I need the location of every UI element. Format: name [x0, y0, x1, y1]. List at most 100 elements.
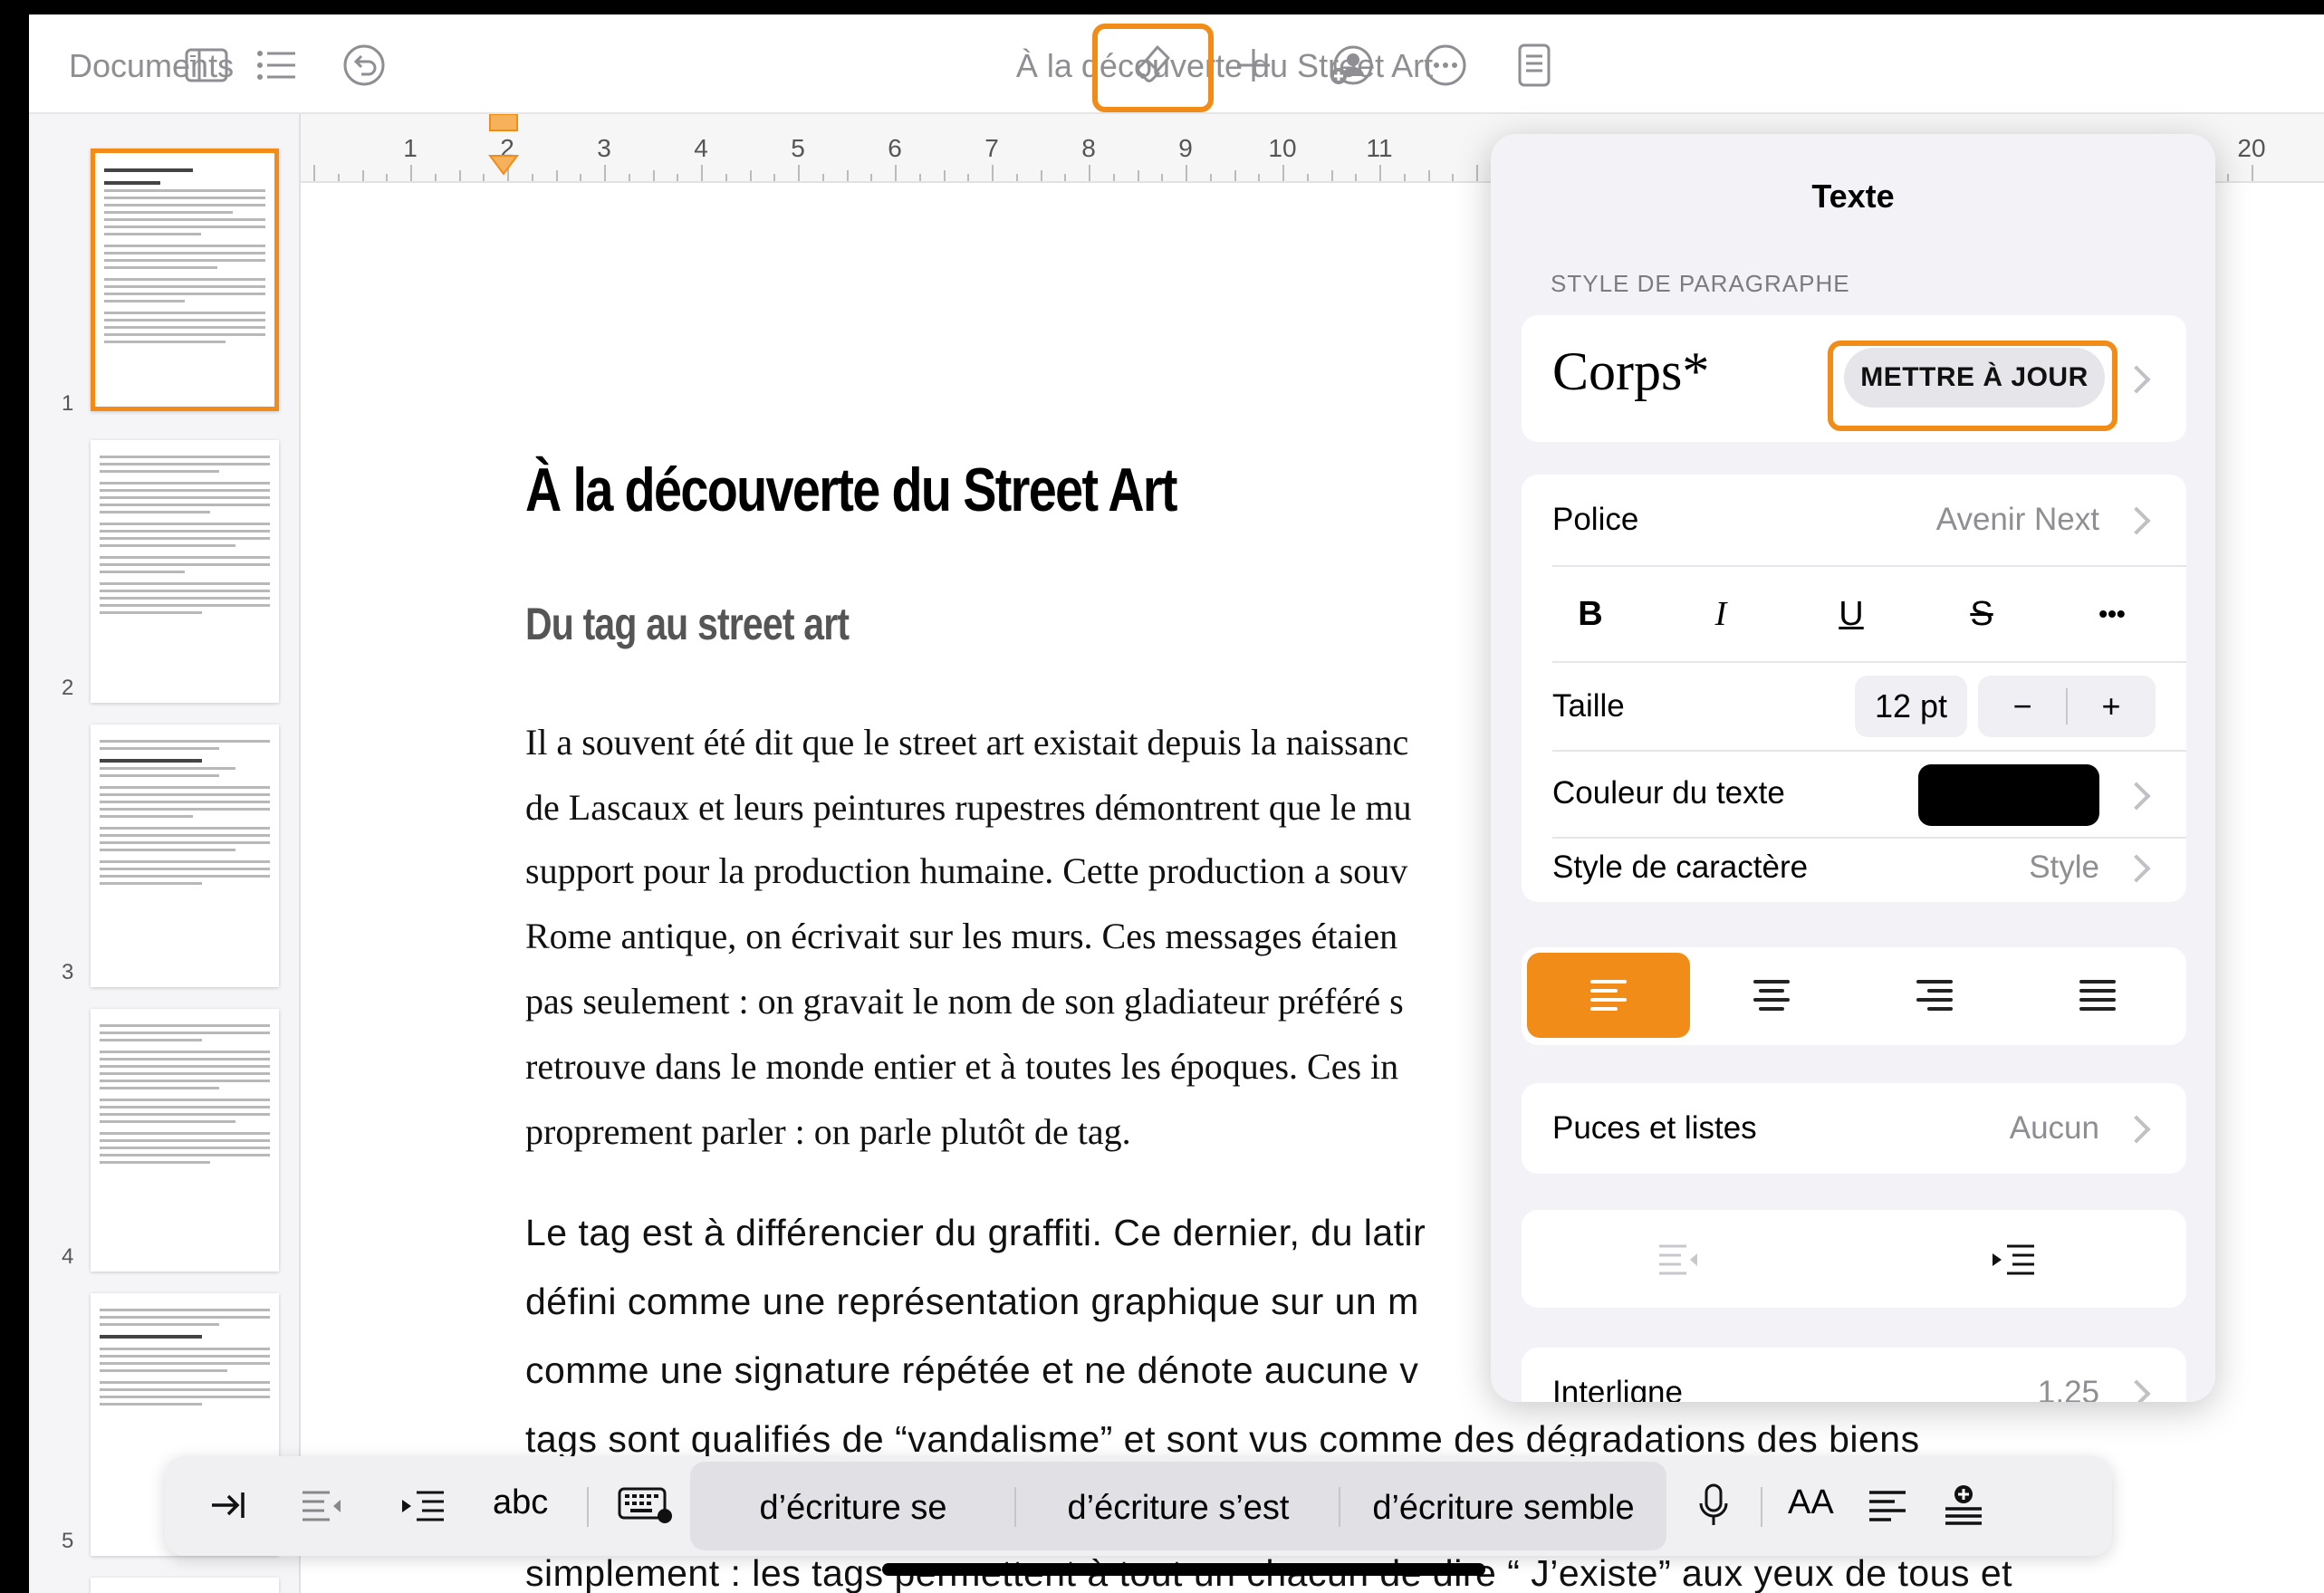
font-label: Police: [1552, 502, 1639, 537]
suggestion-item[interactable]: d’écriture s’est: [1016, 1489, 1340, 1528]
ruler-tick: [628, 174, 630, 181]
chevron-right-icon: [2122, 1115, 2151, 1144]
top-toolbar: Documents À la découverte du Street Art: [29, 14, 2324, 114]
ruler-tick: [313, 165, 315, 181]
paragraph-line[interactable]: proprement parler : on parle plutôt de t…: [525, 1110, 1131, 1153]
suggestion-item[interactable]: d’écriture se: [690, 1489, 1016, 1528]
decrease-size-button[interactable]: −: [1978, 676, 2067, 737]
indent-marker[interactable]: [487, 113, 519, 183]
align-justify-button[interactable]: [2016, 953, 2179, 1038]
italic-button[interactable]: I: [1657, 567, 1784, 661]
insert-comment-icon[interactable]: [1942, 1483, 1985, 1531]
line-spacing-label: Interligne: [1552, 1375, 1683, 1402]
page-thumbnail-3[interactable]: [91, 725, 279, 987]
chevron-right-icon: [2122, 365, 2151, 394]
decrease-indent-icon[interactable]: [1657, 1241, 1703, 1281]
increase-indent-icon[interactable]: [1991, 1241, 2036, 1281]
ruler-tick: [1186, 165, 1187, 181]
strikethrough-button[interactable]: S: [1918, 567, 2045, 661]
paragraph-line[interactable]: support pour la production humaine. Cett…: [525, 849, 1407, 892]
page-thumbnails-sidebar: 1 2 3 4 5: [29, 114, 301, 1593]
align-center-button[interactable]: [1690, 953, 1853, 1038]
keyboard-shortcut-bar: abc d’écriture se d’écriture s’est d’écr…: [165, 1456, 2112, 1556]
paragraph-line[interactable]: Il a souvent été dit que le street art e…: [525, 721, 1408, 763]
list-icon[interactable]: [250, 40, 304, 91]
ruler-tick: [967, 174, 970, 181]
paragraph-line[interactable]: Le tag est à différencier du graffiti. C…: [525, 1212, 1426, 1254]
paragraph-line[interactable]: comme une signature répétée et ne dénote…: [525, 1349, 1418, 1392]
character-style-row[interactable]: Style de caractère Style: [1522, 839, 2186, 902]
ruler-number: 9: [1178, 134, 1193, 162]
font-row[interactable]: Police Avenir Next: [1522, 475, 2186, 565]
ruler-tick: [555, 170, 558, 181]
text-color-row[interactable]: Couleur du texte: [1522, 752, 2186, 837]
suggestion-item[interactable]: d’écriture semble: [1340, 1489, 1666, 1528]
paragraph-style-icon[interactable]: [1868, 1487, 1907, 1528]
ruler-tick: [1282, 165, 1284, 181]
decrease-indent-icon[interactable]: [301, 1487, 346, 1528]
document-options-icon[interactable]: [1507, 40, 1561, 91]
ruler-tick: [1379, 165, 1381, 181]
paragraph-line[interactable]: retrouve dans le monde entier et à toute…: [525, 1045, 1398, 1088]
more-text-options-button[interactable]: •••: [2049, 567, 2175, 661]
undo-icon[interactable]: [337, 40, 391, 91]
paragraph-style-name: Corps*: [1552, 341, 1710, 401]
line-spacing-row[interactable]: Interligne 1,25: [1522, 1348, 2186, 1402]
underline-button[interactable]: U: [1788, 567, 1915, 661]
microphone-icon[interactable]: [1695, 1482, 1732, 1533]
page-thumbnail-4[interactable]: [91, 1009, 279, 1272]
align-right-button[interactable]: [1853, 953, 2016, 1038]
format-brush-icon[interactable]: [1127, 40, 1181, 91]
paragraph-line[interactable]: Rome antique, on écrivait sur les murs. …: [525, 915, 1397, 957]
text-color-swatch[interactable]: [1918, 764, 2099, 826]
increase-size-button[interactable]: +: [2067, 676, 2156, 737]
paragraph-line[interactable]: tags sont qualifiés de “vandalisme” et s…: [525, 1418, 1920, 1461]
chevron-right-icon: [2122, 782, 2151, 811]
page-number: 4: [62, 1244, 74, 1269]
ruler-tick: [361, 170, 364, 181]
ruler-number: 6: [888, 134, 902, 162]
ruler-number: 5: [791, 134, 805, 162]
ruler-tick: [580, 174, 582, 181]
indent-card: [1522, 1210, 2186, 1308]
ruler-tick: [483, 174, 485, 181]
size-label: Taille: [1552, 688, 1625, 724]
size-value[interactable]: 12 pt: [1855, 676, 1967, 737]
increase-indent-icon[interactable]: [400, 1487, 446, 1528]
ruler-tick: [1234, 170, 1236, 181]
ruler-tick: [1330, 170, 1333, 181]
page-thumbnail-2[interactable]: [91, 440, 279, 703]
text-size-button[interactable]: AA: [1788, 1483, 1834, 1522]
paragraph-line[interactable]: défini comme une représentation graphiqu…: [525, 1281, 1419, 1323]
document-subheading[interactable]: Du tag au street art: [525, 598, 850, 650]
document-heading[interactable]: À la découverte du Street Art: [525, 455, 1177, 525]
paragraph-line[interactable]: pas seulement : on gravait le nom de son…: [525, 980, 1404, 1022]
spellcheck-button[interactable]: abc: [493, 1483, 548, 1522]
bullets-lists-row[interactable]: Puces et listes Aucun: [1522, 1083, 2186, 1174]
bullets-label: Puces et listes: [1552, 1110, 1757, 1146]
more-icon[interactable]: [1418, 40, 1473, 91]
ruler-tick: [1064, 174, 1067, 181]
sidebar-icon[interactable]: [179, 40, 234, 91]
font-settings-card: Police Avenir Next B I U S ••• Taille 12…: [1522, 475, 2186, 902]
ruler-number: 10: [1268, 134, 1297, 162]
ruler-number: 20: [2237, 134, 2266, 162]
text-style-buttons: B I U S •••: [1522, 567, 2186, 661]
ruler-tick: [1476, 165, 1478, 181]
pages-app-screen: Documents À la découverte du Street Art: [29, 14, 2324, 1593]
plus-icon[interactable]: [1226, 40, 1281, 91]
page-thumbnail-1[interactable]: [91, 149, 279, 411]
ruler-number: 11: [1366, 134, 1393, 162]
page-thumbnail-6[interactable]: [91, 1578, 279, 1593]
keyboard-icon[interactable]: [618, 1483, 672, 1530]
align-left-button[interactable]: [1527, 953, 1690, 1038]
paragraph-line[interactable]: de Lascaux et leurs peintures rupestres …: [525, 786, 1412, 829]
tab-icon[interactable]: [208, 1485, 248, 1530]
bold-button[interactable]: B: [1527, 567, 1654, 661]
ruler-tick: [1427, 170, 1430, 181]
ruler-number: 4: [694, 134, 708, 162]
ruler-tick: [943, 170, 946, 181]
collaborate-icon[interactable]: [1324, 40, 1378, 91]
ruler-tick: [1452, 174, 1455, 181]
ruler-tick: [337, 174, 340, 181]
